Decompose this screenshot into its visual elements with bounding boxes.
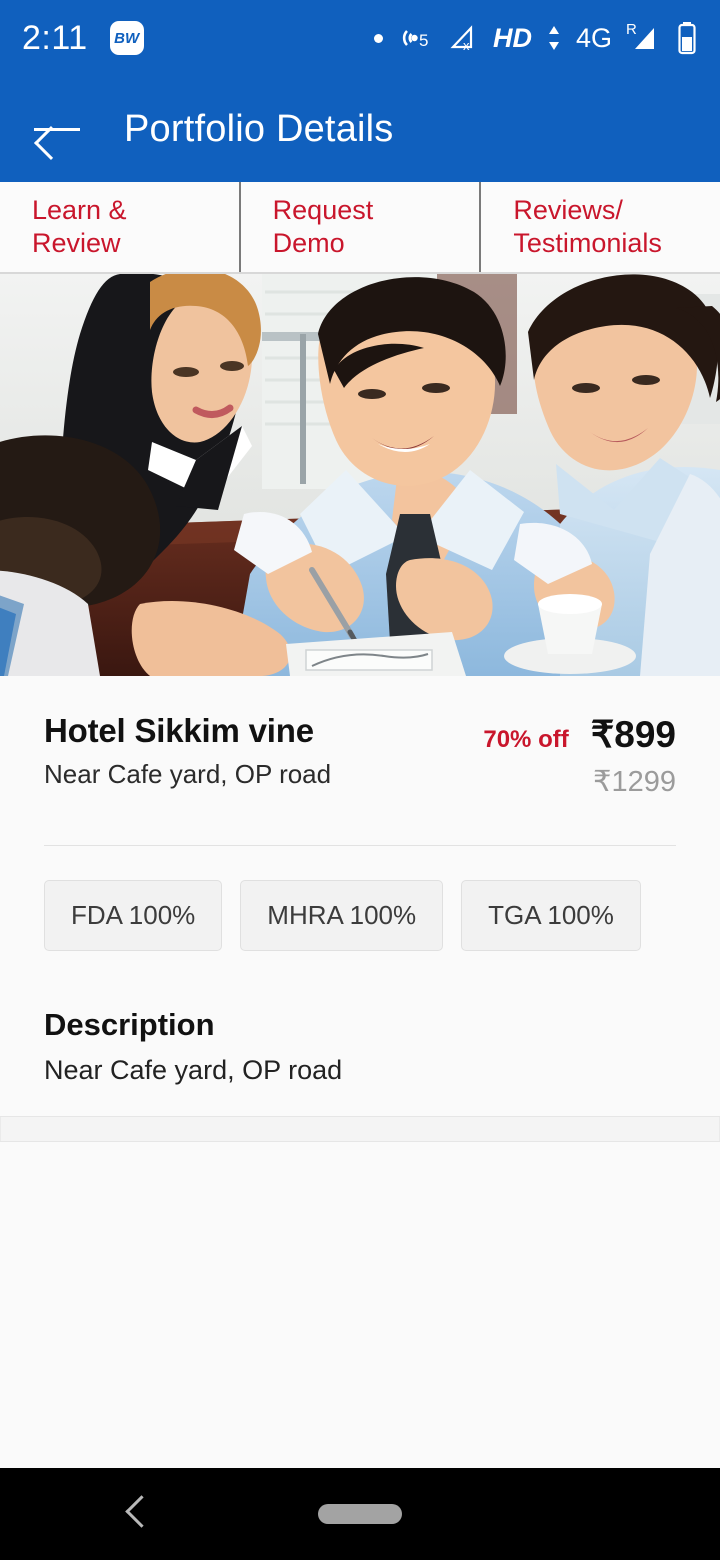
svg-text:x: x: [463, 38, 470, 53]
status-bar-icons: 5 x HD 4G R: [373, 21, 698, 55]
svg-text:5: 5: [419, 31, 428, 50]
description-body: Near Cafe yard, OP road: [44, 1055, 343, 1085]
tab-reviews-testimonials-line2: Testimonials: [513, 228, 662, 258]
details-content: Hotel Sikkim vine Near Cafe yard, OP roa…: [0, 676, 720, 1142]
product-summary: Hotel Sikkim vine Near Cafe yard, OP roa…: [44, 676, 676, 799]
page-title: Portfolio Details: [124, 107, 394, 150]
tab-learn-review[interactable]: Learn & Review: [0, 182, 239, 272]
back-arrow-icon[interactable]: [34, 112, 80, 146]
tab-request-demo-line1: Request: [272, 194, 374, 225]
certification-chips: FDA 100% MHRA 100% TGA 100%: [44, 846, 676, 951]
hotspot-icon: 5: [397, 23, 435, 53]
chip-tga[interactable]: TGA 100%: [461, 880, 641, 951]
price-wrapper: ₹899 ₹1299: [591, 716, 676, 799]
hd-icon: HD: [492, 22, 532, 53]
chip-fda[interactable]: FDA 100%: [44, 880, 223, 951]
roaming-signal-icon: R: [626, 22, 662, 54]
nav-home-indicator[interactable]: [318, 1504, 402, 1524]
product-subtitle: Near Cafe yard, OP road: [44, 759, 332, 789]
empty-content-panel: [0, 1116, 720, 1142]
status-bar-clock: 2:11: [22, 18, 88, 57]
phone-screen: 2:11 BW 5 x HD 4G R Portfolio Details Le…: [0, 0, 720, 1560]
app-notification-badge-icon: BW: [109, 21, 144, 55]
tab-reviews-testimonials-line1: Reviews/: [513, 194, 623, 225]
app-bar: Portfolio Details: [0, 76, 720, 182]
original-price: ₹1299: [593, 766, 676, 798]
tab-bar: Learn & Review Request Demo Reviews/ Tes…: [0, 182, 720, 274]
product-name-block: Hotel Sikkim vine Near Cafe yard, OP roa…: [44, 712, 483, 799]
nav-back-icon[interactable]: [118, 1494, 158, 1534]
tab-learn-review-line2: Review: [32, 228, 121, 258]
hero-illustration: [0, 274, 720, 676]
empty-content-panel-inner: [0, 1117, 720, 1141]
tab-request-demo-line2: Demo: [272, 228, 345, 258]
notification-dot-icon: [373, 33, 383, 43]
network-type-icon: 4G: [575, 22, 612, 53]
chip-mhra[interactable]: MHRA 100%: [240, 880, 444, 951]
description-heading: Description: [44, 1007, 215, 1042]
product-title: Hotel Sikkim vine: [44, 712, 314, 749]
current-price: ₹899: [590, 714, 676, 755]
signal-off-icon: x: [449, 23, 479, 53]
tab-learn-review-line1: Learn &: [32, 194, 127, 225]
system-navigation-bar: [0, 1468, 720, 1560]
svg-text:R: R: [626, 22, 637, 38]
tab-reviews-testimonials[interactable]: Reviews/ Testimonials: [479, 182, 720, 272]
data-transfer-icon: [546, 23, 562, 53]
product-price-block: 70% off ₹899 ₹1299: [483, 712, 676, 799]
tab-request-demo[interactable]: Request Demo: [238, 182, 480, 272]
hero-image: 4.7 ★ 877 Votes: [0, 274, 720, 676]
status-bar: 2:11 BW 5 x HD 4G R: [0, 0, 720, 76]
battery-icon: [676, 21, 698, 55]
discount-badge: 70% off: [483, 726, 569, 753]
